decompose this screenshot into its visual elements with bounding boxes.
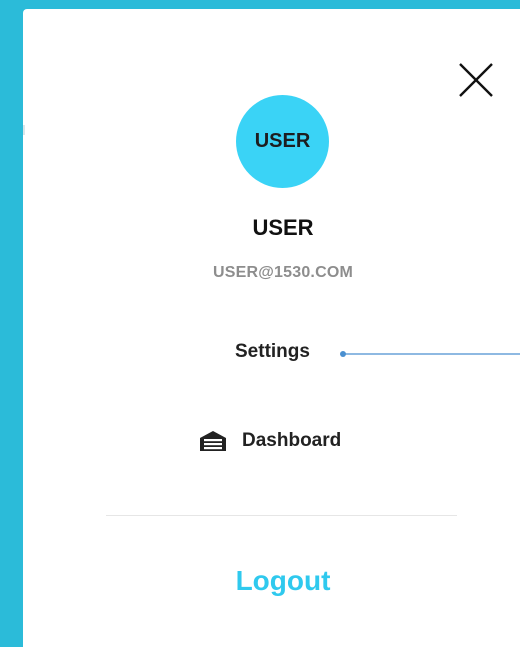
menu-item-settings[interactable]: Settings [235,341,310,363]
garage-icon [198,430,228,452]
settings-label: Settings [235,341,310,362]
panel-edge-marker [23,125,25,135]
avatar-text: USER [254,130,311,152]
user-name: USER [252,215,314,240]
user-email: USER@1530.COM [212,264,354,281]
close-button[interactable] [456,60,496,100]
logout-button[interactable]: Logout [0,565,520,597]
divider [106,515,457,516]
close-icon [459,63,493,97]
menu-item-dashboard[interactable]: Dashboard [198,430,341,452]
dashboard-label: Dashboard [242,430,342,451]
settings-connector-line [340,351,520,357]
avatar: USER [236,95,329,188]
